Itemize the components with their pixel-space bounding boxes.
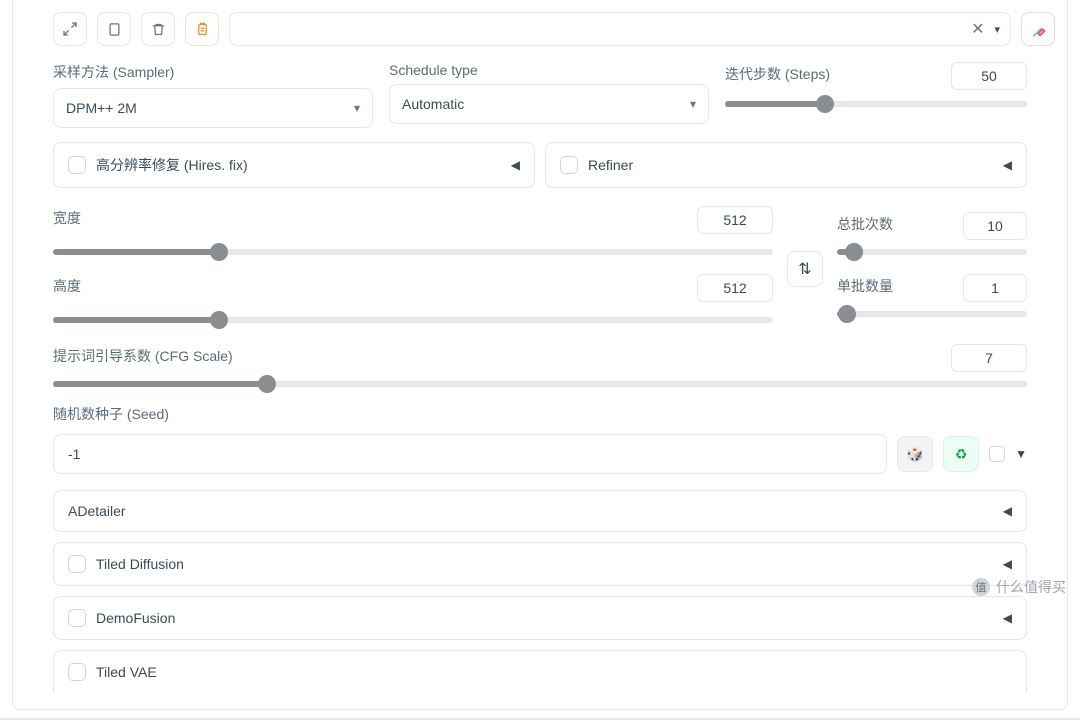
hires-label: 高分辨率修复 (Hires. fix) xyxy=(96,155,248,175)
schedule-select[interactable]: Automatic ▾ xyxy=(389,84,709,124)
batch-size-label: 单批数量 xyxy=(837,276,893,296)
smile-icon: 值 xyxy=(972,578,990,596)
triangle-left-icon: ◀ xyxy=(1003,504,1012,518)
tiled-vae-panel[interactable]: Tiled VAE xyxy=(53,650,1027,693)
triangle-left-icon: ◀ xyxy=(1003,557,1012,571)
width-slider[interactable] xyxy=(53,240,773,264)
adetailer-label: ADetailer xyxy=(68,503,126,519)
sampler-label: 采样方法 (Sampler) xyxy=(53,62,373,82)
steps-label: 迭代步数 (Steps) xyxy=(725,64,830,84)
caret-down-icon: ▾ xyxy=(690,97,696,111)
hires-fix-panel[interactable]: 高分辨率修复 (Hires. fix) ◀ xyxy=(53,142,535,188)
reuse-seed-button[interactable]: ♻ xyxy=(943,436,979,472)
height-slider[interactable] xyxy=(53,308,773,332)
batch-count-slider[interactable] xyxy=(837,240,1027,264)
swap-icon: ⇅ xyxy=(798,259,811,279)
close-icon[interactable]: ✕ xyxy=(971,19,984,39)
styles-combo[interactable]: ✕ ▾ xyxy=(229,12,1011,46)
cfg-input[interactable]: 7 xyxy=(951,344,1027,372)
hires-checkbox[interactable] xyxy=(68,156,86,174)
steps-input[interactable]: 50 xyxy=(951,62,1027,90)
extra-seed-checkbox[interactable] xyxy=(989,446,1005,462)
copy-button[interactable] xyxy=(97,12,131,46)
random-seed-button[interactable]: 🎲 xyxy=(897,436,933,472)
width-label: 宽度 xyxy=(53,208,81,228)
triangle-left-icon: ◀ xyxy=(1003,158,1012,172)
expand-button[interactable] xyxy=(53,12,87,46)
trash-button[interactable] xyxy=(141,12,175,46)
batch-size-input[interactable]: 1 xyxy=(963,274,1027,302)
brush-button[interactable] xyxy=(1021,12,1055,46)
refiner-panel[interactable]: Refiner ◀ xyxy=(545,142,1027,188)
schedule-value: Automatic xyxy=(402,96,464,112)
steps-slider[interactable] xyxy=(725,92,1027,116)
swap-dimensions-button[interactable]: ⇅ xyxy=(787,251,823,287)
caret-down-icon[interactable]: ▾ xyxy=(994,23,1000,36)
seed-input[interactable]: -1 xyxy=(53,434,887,474)
sampler-value: DPM++ 2M xyxy=(66,100,137,116)
recycle-icon: ♻ xyxy=(955,446,968,463)
tiled-vae-label: Tiled VAE xyxy=(96,664,157,680)
refiner-label: Refiner xyxy=(588,157,633,173)
height-label: 高度 xyxy=(53,276,81,296)
refiner-checkbox[interactable] xyxy=(560,156,578,174)
cfg-slider[interactable] xyxy=(53,372,1027,396)
adetailer-panel[interactable]: ADetailer ◀ xyxy=(53,490,1027,532)
width-input[interactable]: 512 xyxy=(697,206,773,234)
triangle-left-icon: ◀ xyxy=(511,158,520,172)
tiled-diffusion-label: Tiled Diffusion xyxy=(96,556,184,572)
caret-down-icon: ▾ xyxy=(354,101,360,115)
dice-icon: 🎲 xyxy=(906,446,923,463)
extra-seed-caret[interactable]: ▼ xyxy=(1015,447,1027,461)
cfg-label: 提示词引导系数 (CFG Scale) xyxy=(53,346,233,366)
triangle-left-icon: ◀ xyxy=(1003,611,1012,625)
batch-count-label: 总批次数 xyxy=(837,214,893,234)
tiled-diffusion-panel[interactable]: Tiled Diffusion ◀ xyxy=(53,542,1027,586)
demofusion-label: DemoFusion xyxy=(96,610,175,626)
clipboard-button[interactable] xyxy=(185,12,219,46)
schedule-label: Schedule type xyxy=(389,62,709,78)
demofusion-checkbox[interactable] xyxy=(68,609,86,627)
height-input[interactable]: 512 xyxy=(697,274,773,302)
seed-label: 随机数种子 (Seed) xyxy=(53,406,169,422)
watermark: 值 什么值得买 xyxy=(972,577,1066,597)
batch-count-input[interactable]: 10 xyxy=(963,212,1027,240)
tiled-diffusion-checkbox[interactable] xyxy=(68,555,86,573)
batch-size-slider[interactable] xyxy=(837,302,1027,326)
sampler-select[interactable]: DPM++ 2M ▾ xyxy=(53,88,373,128)
tiled-vae-checkbox[interactable] xyxy=(68,663,86,681)
